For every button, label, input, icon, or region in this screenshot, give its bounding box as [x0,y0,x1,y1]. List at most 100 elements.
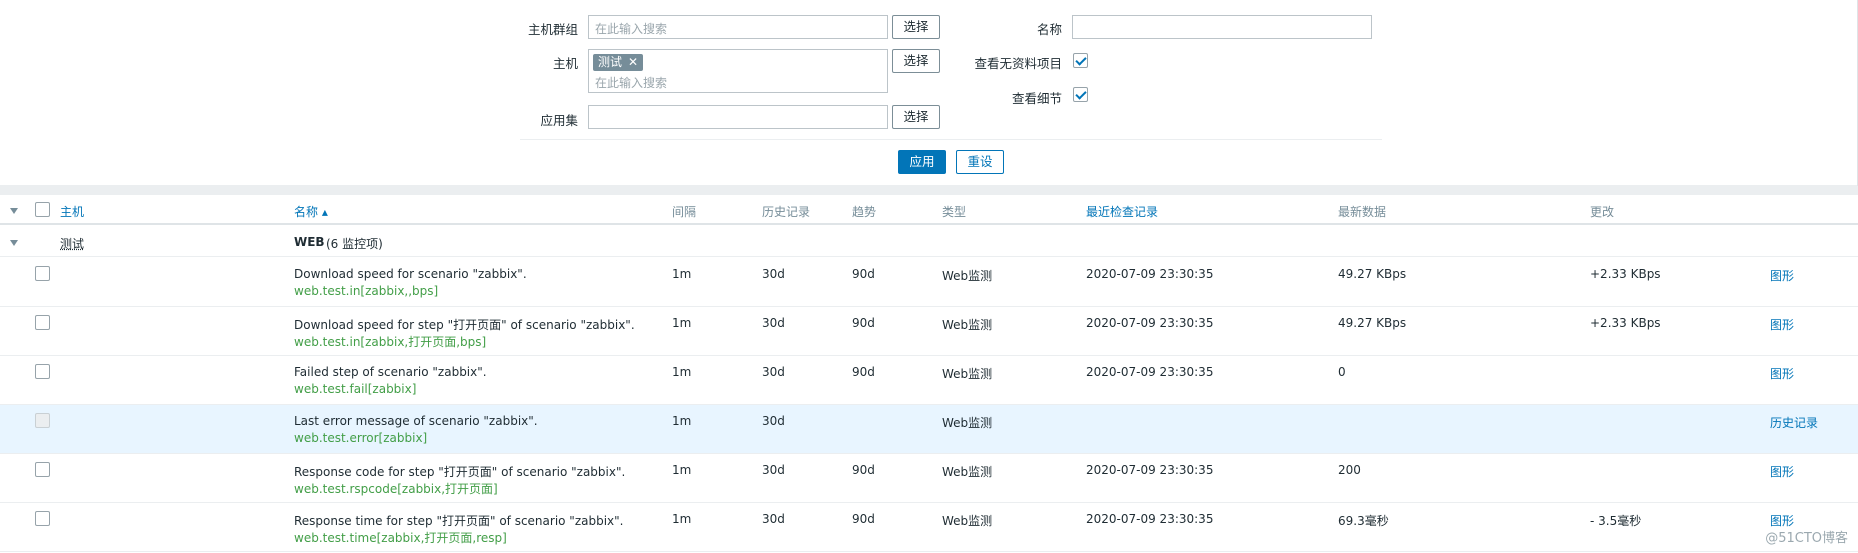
table-row: Download speed for step "打开页面" of scenar… [0,307,1858,356]
item-key: web.test.in[zabbix,,bps] [294,284,439,298]
column-type: 类型 [942,205,967,219]
item-key: web.test.fail[zabbix] [294,382,417,396]
item-name[interactable]: Download speed for scenario "zabbix". [294,267,527,281]
item-trends: 90d [852,316,875,330]
hosts-input[interactable]: 测试 ✕ 在此输入搜索 [588,49,888,93]
group-app: WEB [294,235,325,249]
item-interval: 1m [672,365,692,379]
row-checkbox[interactable] [35,413,50,428]
item-trends: 90d [852,365,875,379]
item-action-link[interactable]: 图形 [1770,463,1794,480]
column-change: 更改 [1590,205,1615,219]
item-key: web.test.rspcode[zabbix,打开页面] [294,482,498,496]
watermark: @51CTO博客 [1765,531,1848,546]
collapse-all-icon[interactable] [10,208,18,214]
application-select-button[interactable]: 选择 [892,105,940,129]
table-row: Response time for step "打开页面" of scenari… [0,503,1858,552]
item-last-check: 2020-07-09 23:30:35 [1086,267,1214,281]
group-row: 测试 WEB (6 监控项) [0,227,1858,257]
item-last-value: 200 [1338,463,1361,477]
item-name[interactable]: Failed step of scenario "zabbix". [294,365,487,379]
table-header: 主机 名称 ▴ 间隔 历史记录 趋势 类型 最近检查记录 最新数据 更改 [0,195,1858,225]
hosts-placeholder: 在此输入搜索 [595,76,668,90]
show-no-data-label: 查看无资料项目 [974,56,1062,71]
item-action-link[interactable]: 图形 [1770,316,1794,333]
application-input[interactable] [588,105,888,129]
item-action-link[interactable]: 图形 [1770,365,1794,382]
item-type: Web监测 [942,514,993,528]
column-interval: 间隔 [672,205,697,219]
item-history: 30d [762,512,785,526]
item-last-check: 2020-07-09 23:30:35 [1086,512,1214,526]
item-type: Web监测 [942,367,993,381]
table-row: Failed step of scenario "zabbix". web.tes… [0,356,1858,405]
item-interval: 1m [672,512,692,526]
item-name[interactable]: Response code for step "打开页面" of scenari… [294,463,625,480]
item-interval: 1m [672,463,692,477]
column-last-value: 最新数据 [1338,205,1387,219]
table-row: Download speed for scenario "zabbix". web… [0,258,1858,307]
item-interval: 1m [672,316,692,330]
hosts-label: 主机 [552,56,578,71]
name-input[interactable] [1072,15,1372,39]
item-change: - 3.5毫秒 [1590,514,1642,528]
item-trends: 90d [852,267,875,281]
select-all-checkbox[interactable] [35,202,50,217]
item-action-link[interactable]: 历史记录 [1770,414,1818,431]
row-checkbox[interactable] [35,315,50,330]
item-change: +2.33 KBps [1590,316,1661,330]
item-name[interactable]: Last error message of scenario "zabbix". [294,414,538,428]
item-action-link[interactable]: 图形 [1770,267,1794,284]
item-interval: 1m [672,267,692,281]
item-last-check: 2020-07-09 23:30:35 [1086,463,1214,477]
item-type: Web监测 [942,465,993,479]
item-history: 30d [762,463,785,477]
item-interval: 1m [672,414,692,428]
column-host[interactable]: 主机 [60,203,84,220]
item-type: Web监测 [942,269,993,283]
item-history: 30d [762,267,785,281]
host-groups-label: 主机群组 [527,22,578,37]
item-history: 30d [762,365,785,379]
group-count: (6 监控项) [326,237,383,251]
item-trends: 90d [852,512,875,526]
reset-button[interactable]: 重设 [956,150,1004,174]
host-groups-input[interactable]: 在此输入搜索 [588,15,888,39]
item-last-value: 49.27 KBps [1338,267,1407,281]
column-last-check[interactable]: 最近检查记录 [1086,203,1158,220]
row-checkbox[interactable] [35,462,50,477]
item-last-value: 69.3毫秒 [1338,514,1389,528]
apply-button[interactable]: 应用 [898,150,946,174]
host-tag[interactable]: 测试 ✕ [593,54,644,71]
filter-divider [520,139,1382,140]
show-details-checkbox[interactable] [1073,87,1088,102]
filter-panel: 主机群组 在此输入搜索 选择 主机 测试 ✕ 在此输入搜索 选择 应用集 选择 … [0,0,1858,186]
close-icon[interactable]: ✕ [628,54,638,71]
host-groups-select-button[interactable]: 选择 [892,15,940,39]
application-label: 应用集 [540,113,578,128]
column-trends: 趋势 [852,205,877,219]
table-row: Last error message of scenario "zabbix".… [0,405,1858,454]
hosts-select-button[interactable]: 选择 [892,49,940,73]
name-label: 名称 [1036,22,1062,37]
show-details-label: 查看细节 [1011,91,1062,106]
item-history: 30d [762,316,785,330]
collapse-group-icon[interactable] [10,240,18,246]
row-checkbox[interactable] [35,266,50,281]
item-last-check: 2020-07-09 23:30:35 [1086,365,1214,379]
item-last-value: 0 [1338,365,1346,379]
row-checkbox[interactable] [35,511,50,526]
item-history: 30d [762,414,785,428]
item-name[interactable]: Response time for step "打开页面" of scenari… [294,512,624,529]
item-key: web.test.time[zabbix,打开页面,resp] [294,531,507,545]
item-change: +2.33 KBps [1590,267,1661,281]
item-type: Web监测 [942,318,993,332]
show-no-data-checkbox[interactable] [1073,53,1088,68]
column-history: 历史记录 [762,205,811,219]
row-checkbox[interactable] [35,364,50,379]
item-trends: 90d [852,463,875,477]
item-name[interactable]: Download speed for step "打开页面" of scenar… [294,316,635,333]
item-key: web.test.error[zabbix] [294,431,428,445]
group-host[interactable]: 测试 [60,235,84,252]
column-name[interactable]: 名称 ▴ [294,203,328,220]
